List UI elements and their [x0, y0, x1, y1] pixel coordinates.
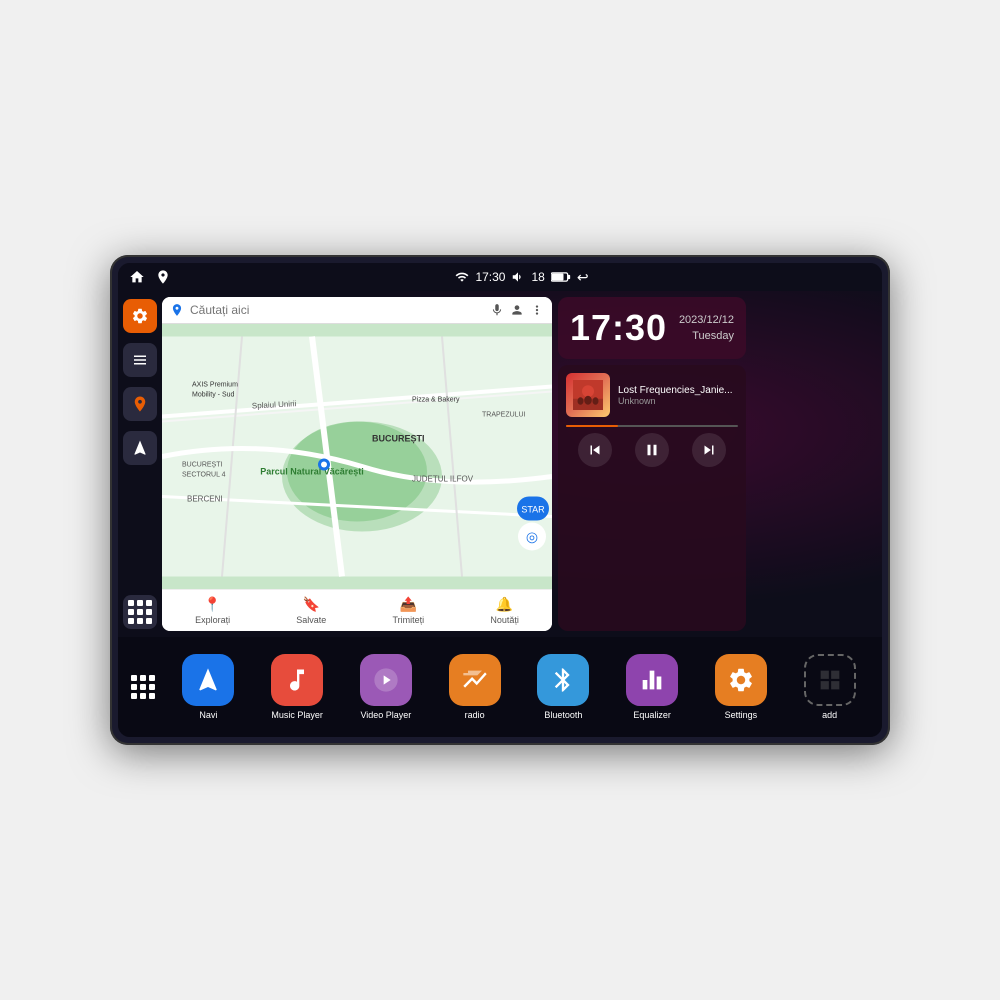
sidebar-location-btn[interactable] [123, 387, 157, 421]
svg-text:Parcul Natural Văcărești: Parcul Natural Văcărești [260, 467, 364, 477]
app-navi[interactable]: Navi [178, 654, 238, 720]
map-search-input[interactable] [190, 303, 484, 317]
grid-dots-icon [131, 675, 155, 699]
music-widget: Lost Frequencies_Janie... Unknown [558, 365, 746, 631]
svg-text:Mobility - Sud: Mobility - Sud [192, 392, 235, 399]
microphone-icon[interactable] [490, 303, 504, 317]
music-progress-fill [566, 425, 618, 427]
apps-row: Navi Music Player [164, 654, 874, 720]
app-bluetooth[interactable]: Bluetooth [533, 654, 593, 720]
song-artist: Unknown [618, 396, 738, 406]
map-search-bar [162, 297, 552, 324]
app-equalizer-label: Equalizer [633, 710, 671, 720]
app-settings-label: Settings [725, 710, 758, 720]
app-add[interactable]: add [800, 654, 860, 720]
status-center: 17:30 18 ↩ [455, 269, 588, 286]
grid-toggle-button[interactable] [126, 670, 160, 704]
album-art-inner [566, 373, 610, 417]
app-add-icon [804, 654, 856, 706]
svg-text:BUCUREȘTI: BUCUREȘTI [372, 434, 425, 444]
clock-date: 2023/12/12 Tuesday [679, 312, 734, 345]
app-equalizer[interactable]: Equalizer [622, 654, 682, 720]
svg-text:TRAPEZULUI: TRAPEZULUI [482, 412, 526, 419]
account-icon[interactable] [510, 303, 524, 317]
app-music-player[interactable]: Music Player [267, 654, 327, 720]
content-area: Splaiul Unirii BUCUREȘTI JUDEȚUL ILFOV B… [162, 291, 882, 637]
crowd-image [573, 380, 603, 410]
sidebar-settings-btn[interactable] [123, 299, 157, 333]
map-nav-news[interactable]: 🔔 Noutăți [490, 596, 519, 625]
song-title: Lost Frequencies_Janie... [618, 385, 738, 396]
map-bottom-nav: 📍 Explorați 🔖 Salvate 📤 Trimiteți � [162, 589, 552, 631]
app-add-label: add [822, 710, 837, 720]
app-settings[interactable]: Settings [711, 654, 771, 720]
main-content: Splaiul Unirii BUCUREȘTI JUDEȚUL ILFOV B… [118, 291, 882, 637]
app-grid-section: Navi Music Player [118, 637, 882, 737]
map-nav-explore[interactable]: 📍 Explorați [195, 596, 230, 625]
status-bar: 17:30 18 ↩ [118, 263, 882, 291]
music-info: Lost Frequencies_Janie... Unknown [566, 373, 738, 417]
app-radio[interactable]: radio [445, 654, 505, 720]
settings-dots-icon[interactable] [530, 303, 544, 317]
svg-text:◎: ◎ [526, 529, 538, 545]
prev-track-button[interactable] [578, 433, 612, 467]
next-track-button[interactable] [692, 433, 726, 467]
svg-text:Pizza & Bakery: Pizza & Bakery [412, 397, 460, 404]
app-video-icon [360, 654, 412, 706]
app-video-player[interactable]: Video Player [356, 654, 416, 720]
app-bluetooth-label: Bluetooth [544, 710, 582, 720]
google-maps-icon [170, 303, 184, 317]
album-art [566, 373, 610, 417]
sidebar-menu-btn[interactable] [123, 343, 157, 377]
app-radio-icon [449, 654, 501, 706]
maps-icon[interactable] [154, 268, 172, 286]
app-bluetooth-icon [537, 654, 589, 706]
music-controls [566, 433, 738, 467]
app-video-label: Video Player [360, 710, 411, 720]
device-frame: 17:30 18 ↩ [110, 255, 890, 745]
map-svg: Splaiul Unirii BUCUREȘTI JUDEȚUL ILFOV B… [162, 324, 552, 589]
status-time: 17:30 [475, 270, 505, 284]
song-details: Lost Frequencies_Janie... Unknown [618, 385, 738, 406]
app-navi-label: Navi [199, 710, 217, 720]
back-icon[interactable]: ↩ [577, 269, 589, 286]
status-left [128, 268, 172, 286]
clock-widget: 17:30 2023/12/12 Tuesday [558, 297, 746, 359]
map-body[interactable]: Splaiul Unirii BUCUREȘTI JUDEȚUL ILFOV B… [162, 324, 552, 589]
sidebar-grid-btn[interactable] [123, 595, 157, 629]
app-music-label: Music Player [271, 710, 323, 720]
svg-text:BUCUREȘTI: BUCUREȘTI [182, 462, 223, 469]
app-settings-icon [715, 654, 767, 706]
sidebar-nav-btn[interactable] [123, 431, 157, 465]
music-progress-bar[interactable] [566, 425, 738, 427]
clock-time: 17:30 [570, 307, 667, 349]
svg-text:JUDEȚUL ILFOV: JUDEȚUL ILFOV [412, 475, 474, 484]
battery-level: 18 [531, 270, 544, 284]
app-navi-icon [182, 654, 234, 706]
app-radio-label: radio [465, 710, 485, 720]
svg-text:STAR: STAR [521, 505, 545, 515]
sidebar [118, 291, 162, 637]
svg-text:AXIS Premium: AXIS Premium [192, 382, 238, 389]
svg-text:BERCENI: BERCENI [187, 495, 223, 504]
map-nav-send[interactable]: 📤 Trimiteți [393, 596, 425, 625]
app-equalizer-icon [626, 654, 678, 706]
map-container[interactable]: Splaiul Unirii BUCUREȘTI JUDEȚUL ILFOV B… [162, 297, 552, 631]
map-nav-saved[interactable]: 🔖 Salvate [296, 596, 326, 625]
svg-text:SECTORUL 4: SECTORUL 4 [182, 472, 226, 479]
home-icon[interactable] [128, 268, 146, 286]
app-music-icon [271, 654, 323, 706]
play-pause-button[interactable] [635, 433, 669, 467]
device-screen: 17:30 18 ↩ [118, 263, 882, 737]
right-panel: 17:30 2023/12/12 Tuesday [552, 291, 752, 637]
